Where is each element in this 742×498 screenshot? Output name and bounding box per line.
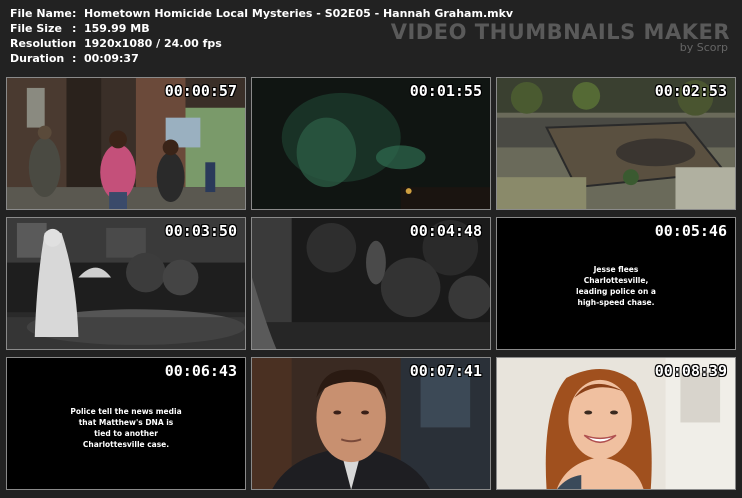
file-name-key: File Name — [10, 7, 72, 20]
duration-value: 00:09:37 — [84, 52, 139, 65]
thumbnail-4[interactable]: 00:03:50 — [6, 217, 246, 350]
thumbnail-5[interactable]: 00:04:48 — [251, 217, 491, 350]
caption-line: Police tell the news media — [70, 407, 182, 416]
caption-text: Jesse flees Charlottesville, leading pol… — [497, 264, 735, 308]
thumbnail-8[interactable]: 00:07:41 — [251, 357, 491, 490]
separator: : — [72, 37, 77, 50]
thumbnail-6[interactable]: Jesse flees Charlottesville, leading pol… — [496, 217, 736, 350]
brand-logo: VIDEO THUMBNAILS MAKER by Scorp — [391, 20, 730, 54]
file-size-key: File Size — [10, 22, 62, 35]
thumbnail-7[interactable]: Police tell the news media that Matthew'… — [6, 357, 246, 490]
caption-line: Jesse flees — [593, 265, 639, 274]
resolution-key: Resolution — [10, 37, 77, 50]
thumbnail-1[interactable]: 00:00:57 — [6, 77, 246, 210]
caption-line: high-speed chase. — [577, 298, 655, 307]
thumbnail-grid: 00:00:57 00:01:55 00:02:53 00:03:50 00:0… — [6, 77, 741, 494]
resolution-value: 1920x1080 / 24.00 fps — [84, 37, 222, 50]
separator: : — [72, 7, 77, 20]
thumbnail-3[interactable]: 00:02:53 — [496, 77, 736, 210]
caption-line: leading police on a — [576, 287, 656, 296]
timestamp: 00:03:50 — [164, 222, 237, 240]
caption-text: Police tell the news media that Matthew'… — [7, 406, 245, 450]
timestamp: 00:02:53 — [654, 82, 727, 100]
thumbnail-2[interactable]: 00:01:55 — [251, 77, 491, 210]
separator: : — [72, 22, 77, 35]
thumbnail-9[interactable]: 00:08:39 — [496, 357, 736, 490]
caption-line: Charlottesville case. — [82, 440, 170, 449]
timestamp: 00:01:55 — [409, 82, 482, 100]
timestamp: 00:05:46 — [654, 222, 727, 240]
duration-key: Duration — [10, 52, 65, 65]
caption-line: tied to another — [94, 429, 158, 438]
separator: : — [72, 52, 77, 65]
file-name-row: File Name : Hometown Homicide Local Myst… — [10, 6, 513, 21]
timestamp: 00:06:43 — [164, 362, 237, 380]
caption-line: Charlottesville, — [583, 276, 649, 285]
timestamp: 00:08:39 — [654, 362, 727, 380]
file-name-value: Hometown Homicide Local Mysteries - S02E… — [84, 7, 514, 20]
file-size-value: 159.99 MB — [84, 22, 150, 35]
caption-line: that Matthew's DNA is — [78, 418, 174, 427]
timestamp: 00:07:41 — [409, 362, 482, 380]
timestamp: 00:04:48 — [409, 222, 482, 240]
timestamp: 00:00:57 — [164, 82, 237, 100]
